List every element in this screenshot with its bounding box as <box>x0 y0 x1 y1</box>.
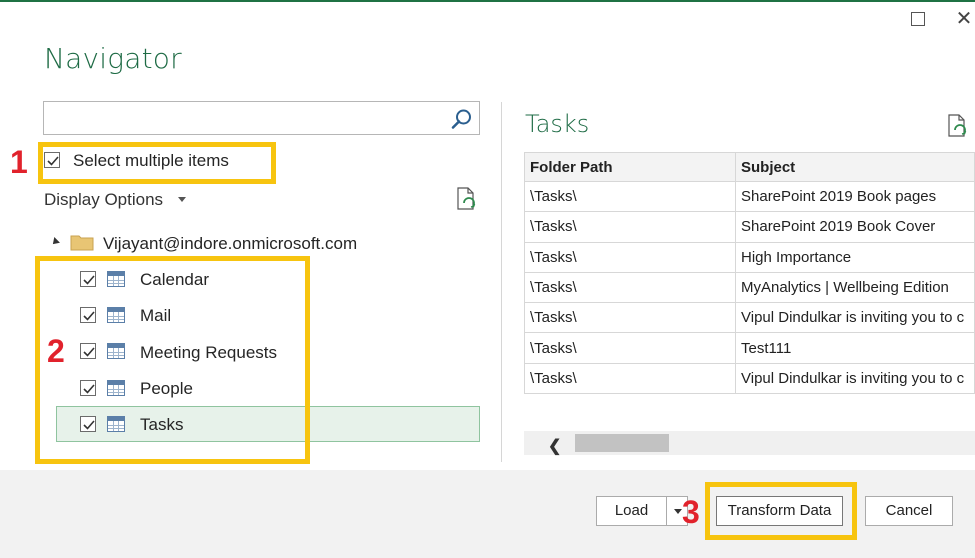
horizontal-scrollbar[interactable]: ❮ <box>524 431 975 455</box>
preview-grid: Folder Path Subject \Tasks\ SharePoint 20… <box>524 152 975 397</box>
search-text-field[interactable] <box>48 106 438 130</box>
table-cell: \Tasks\ <box>524 271 736 304</box>
annotation-number-1: 1 <box>10 144 28 180</box>
cancel-button[interactable]: Cancel <box>865 496 953 526</box>
table-row: \Tasks\ High Importance <box>524 241 975 273</box>
table-cell: \Tasks\ <box>524 362 736 395</box>
search-icon[interactable] <box>451 108 473 130</box>
table-cell: SharePoint 2019 Book pages <box>735 180 975 213</box>
table-cell: \Tasks\ <box>524 241 736 273</box>
annotation-box-1 <box>38 142 276 184</box>
tree-expand-arrow-icon[interactable] <box>50 237 60 247</box>
table-cell: Vipul Dindulkar is inviting you to c <box>735 362 975 395</box>
table-row: \Tasks\ Vipul Dindulkar is inviting you t… <box>524 362 975 395</box>
column-header[interactable]: Subject <box>735 152 975 182</box>
folder-icon <box>70 235 94 251</box>
preview-refresh-icon[interactable] <box>947 114 969 138</box>
search-input[interactable] <box>43 101 480 135</box>
close-icon[interactable]: ✕ <box>953 8 975 30</box>
table-row: \Tasks\ Vipul Dindulkar is inviting you t… <box>524 302 975 334</box>
column-header[interactable]: Folder Path <box>524 152 736 182</box>
chevron-down-icon[interactable] <box>178 197 186 202</box>
load-button[interactable]: Load <box>596 496 667 526</box>
table-cell: \Tasks\ <box>524 332 736 364</box>
annotation-box-2 <box>35 256 310 464</box>
annotation-box-3 <box>705 482 857 540</box>
table-cell: High Importance <box>735 241 975 273</box>
table-row: \Tasks\ Test111 <box>524 332 975 364</box>
table-row: \Tasks\ MyAnalytics | Wellbeing Edition <box>524 271 975 304</box>
table-cell: \Tasks\ <box>524 211 736 243</box>
chevron-down-icon <box>674 509 682 514</box>
table-cell: MyAnalytics | Wellbeing Edition <box>735 271 975 304</box>
table-cell: Vipul Dindulkar is inviting you to c <box>735 302 975 334</box>
scrollbar-thumb[interactable] <box>575 434 669 452</box>
dialog-title: Navigator <box>44 42 182 75</box>
table-cell: \Tasks\ <box>524 302 736 334</box>
table-cell: SharePoint 2019 Book Cover <box>735 211 975 243</box>
table-row: \Tasks\ SharePoint 2019 Book Cover <box>524 211 975 243</box>
table-cell: \Tasks\ <box>524 180 736 213</box>
tree-root-label[interactable]: Vijayant@indore.onmicrosoft.com <box>103 234 357 254</box>
annotation-number-2: 2 <box>47 333 65 369</box>
preview-table: Folder Path Subject \Tasks\ SharePoint 20… <box>524 152 975 395</box>
pane-divider[interactable] <box>501 102 502 462</box>
preview-title: Tasks <box>525 110 590 138</box>
maximize-icon[interactable] <box>907 8 929 30</box>
display-options-menu[interactable]: Display Options <box>44 190 163 210</box>
scroll-left-icon[interactable]: ❮ <box>548 436 561 456</box>
refresh-icon[interactable] <box>456 187 478 211</box>
window-top-border <box>0 0 975 2</box>
table-cell: Test111 <box>735 332 975 364</box>
table-row: \Tasks\ SharePoint 2019 Book pages <box>524 180 975 213</box>
annotation-number-3: 3 <box>682 494 700 530</box>
table-header-row: Folder Path Subject <box>524 152 975 182</box>
